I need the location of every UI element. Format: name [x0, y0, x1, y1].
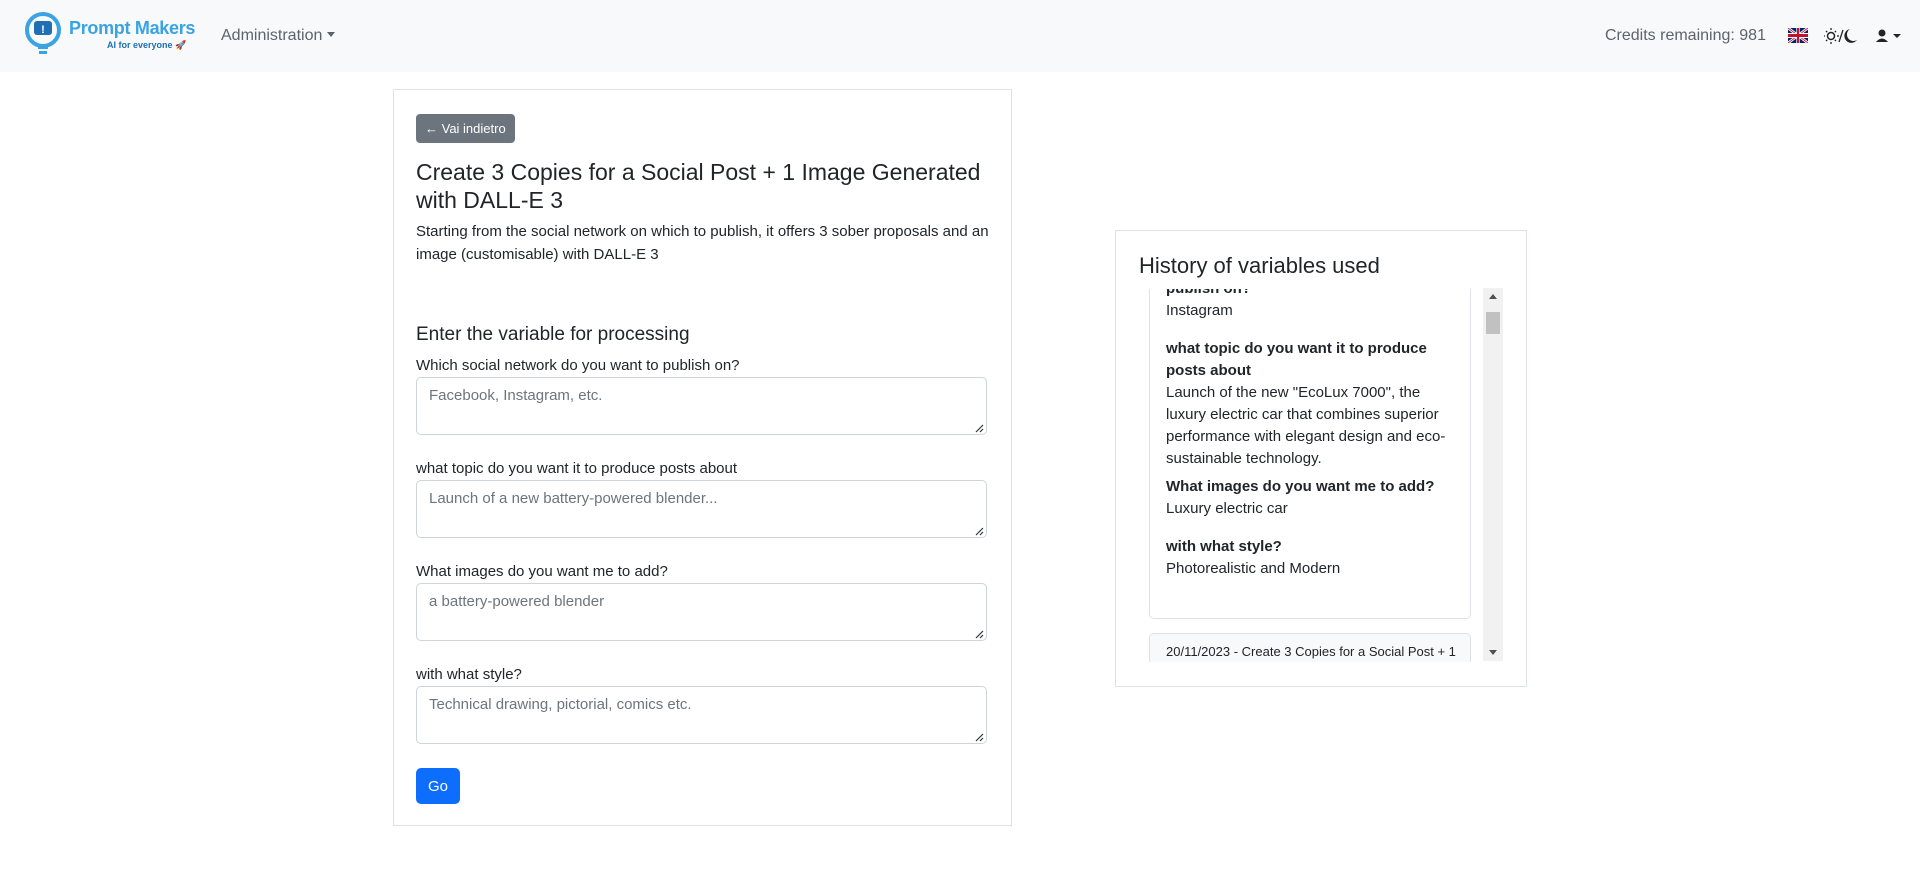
history-question: publish on? — [1166, 289, 1456, 300]
prompt-form-card: ← Vai indietro Create 3 Copies for a Soc… — [393, 89, 1012, 826]
history-scrollbar[interactable] — [1483, 288, 1503, 661]
history-list[interactable]: publish on? Instagram what topic do you … — [1149, 289, 1509, 662]
brand-name: Prompt Makers — [69, 18, 196, 38]
theme-toggle[interactable] — [1823, 27, 1864, 45]
lightbulb-logo-icon: ! — [25, 12, 61, 54]
scroll-down-arrow-icon[interactable] — [1483, 643, 1503, 661]
social-network-input[interactable] — [416, 377, 987, 435]
resize-handle-icon[interactable] — [974, 526, 984, 536]
go-button[interactable]: Go — [416, 768, 460, 804]
history-answer: Launch of the new "EcoLux 7000", the lux… — [1166, 384, 1446, 467]
credits-remaining: Credits remaining: 981 — [1605, 27, 1766, 44]
caret-down-icon — [327, 32, 336, 37]
style-input[interactable] — [416, 686, 987, 744]
top-navbar: ! Prompt Makers AI for everyone 🚀 Admini… — [0, 0, 1920, 72]
history-answer: Instagram — [1166, 302, 1233, 319]
svg-text:!: ! — [41, 24, 45, 36]
history-entry-title: 20/11/2023 - Create 3 Copies for a Socia… — [1166, 644, 1456, 659]
user-icon — [1876, 29, 1901, 42]
page-description: Starting from the social network on whic… — [416, 223, 989, 263]
sun-moon-icon — [1823, 28, 1857, 44]
resize-handle-icon[interactable] — [974, 423, 984, 433]
history-answer: Luxury electric car — [1166, 500, 1288, 517]
administration-label: Administration — [221, 27, 323, 44]
images-label: What images do you want me to add? — [416, 563, 668, 580]
variables-section-title: Enter the variable for processing — [416, 324, 690, 345]
history-entry-collapsed[interactable]: 20/11/2023 - Create 3 Copies for a Socia… — [1149, 633, 1471, 662]
scroll-up-arrow-icon[interactable] — [1483, 288, 1503, 306]
resize-handle-icon[interactable] — [974, 732, 984, 742]
resize-handle-icon[interactable] — [974, 629, 984, 639]
history-viewport: publish on? Instagram what topic do you … — [1149, 289, 1485, 662]
history-card: History of variables used publish on? In… — [1115, 230, 1527, 687]
page-title: Create 3 Copies for a Social Post + 1 Im… — [416, 159, 981, 213]
scrollbar-thumb[interactable] — [1486, 312, 1500, 334]
topic-label: what topic do you want it to produce pos… — [416, 460, 738, 477]
administration-menu[interactable]: Administration — [221, 27, 336, 45]
history-question: with what style? — [1166, 538, 1282, 555]
history-question: What images do you want me to add? — [1166, 478, 1435, 495]
topic-input[interactable] — [416, 480, 987, 538]
history-question: what topic do you want it to produce pos… — [1166, 340, 1427, 379]
back-button[interactable]: ← Vai indietro — [416, 114, 515, 143]
brand-logo[interactable]: ! Prompt Makers AI for everyone 🚀 — [25, 12, 195, 60]
style-label: with what style? — [416, 666, 522, 683]
brand-tagline: AI for everyone 🚀 — [107, 40, 187, 50]
social-network-label: Which social network do you want to publ… — [416, 357, 740, 374]
history-title: History of variables used — [1139, 253, 1380, 278]
user-menu[interactable] — [1875, 27, 1905, 45]
images-input[interactable] — [416, 583, 987, 641]
history-entry[interactable]: publish on? Instagram what topic do you … — [1149, 289, 1471, 619]
uk-flag-icon[interactable] — [1788, 28, 1808, 43]
history-answer: Photorealistic and Modern — [1166, 560, 1341, 577]
